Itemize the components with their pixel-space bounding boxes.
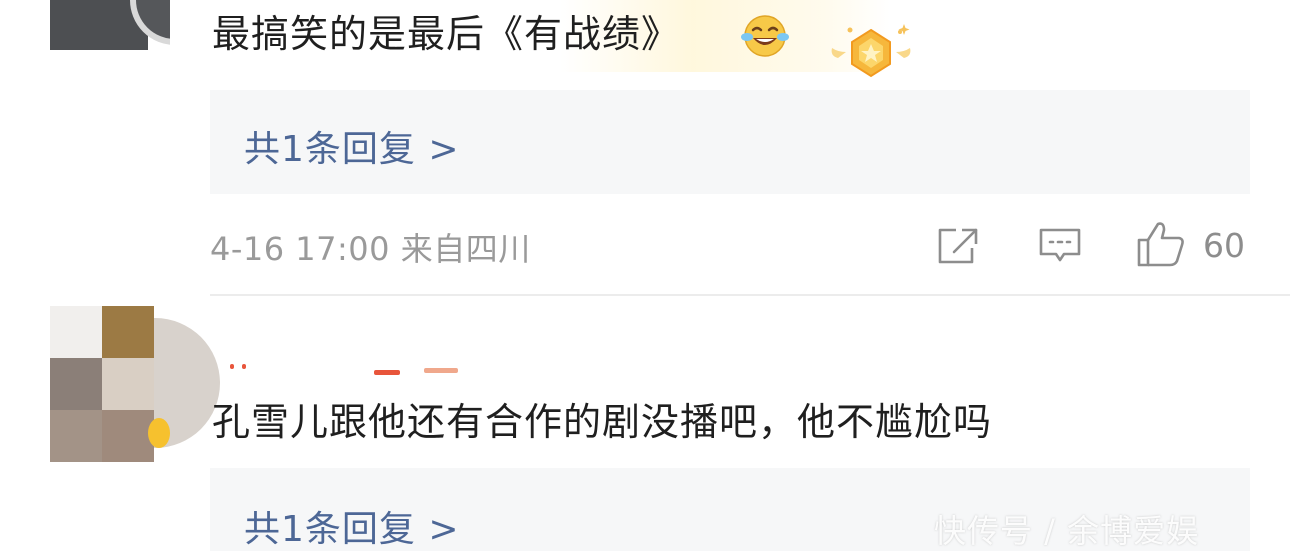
comment-meta: 4-16 17:00 来自四川 xyxy=(210,230,531,268)
comment-icon[interactable] xyxy=(1038,226,1082,266)
comment-text-1: 最搞笑的是最后《有战绩》 xyxy=(212,12,681,56)
reply-box-1[interactable]: 共1条回复 > xyxy=(210,90,1250,194)
name-fragment xyxy=(242,364,246,369)
watermark: 快传号 / 余博爱娱 xyxy=(934,512,1200,550)
share-icon[interactable] xyxy=(936,226,980,266)
avatar-pixel-tile xyxy=(50,410,102,462)
comment-divider xyxy=(210,294,1290,296)
view-replies-link[interactable]: 共1条回复 > xyxy=(244,500,460,551)
laugh-cry-emoji-icon xyxy=(741,15,789,57)
commenter-name-2-redacted[interactable] xyxy=(212,358,472,378)
avatar-pixel-tile xyxy=(50,358,102,410)
name-fragment xyxy=(230,364,234,369)
name-fragment xyxy=(424,368,458,373)
comment-text-2: 孔雪儿跟他还有合作的剧没播吧，他不尴尬吗 xyxy=(212,400,993,444)
commenter-avatar-1[interactable] xyxy=(50,0,170,50)
star-badge-icon xyxy=(831,24,911,78)
avatar-pixel-tile xyxy=(102,306,154,358)
name-fragment xyxy=(374,370,400,375)
thumbs-up-icon[interactable] xyxy=(1136,220,1186,268)
like-count: 60 xyxy=(1203,226,1245,265)
avatar-pixel-tile xyxy=(50,306,102,358)
verified-badge-icon xyxy=(148,418,170,448)
avatar-pixel-tile xyxy=(102,358,154,410)
view-replies-link[interactable]: 共1条回复 > xyxy=(244,120,460,172)
avatar-pixel-tile xyxy=(102,410,154,462)
